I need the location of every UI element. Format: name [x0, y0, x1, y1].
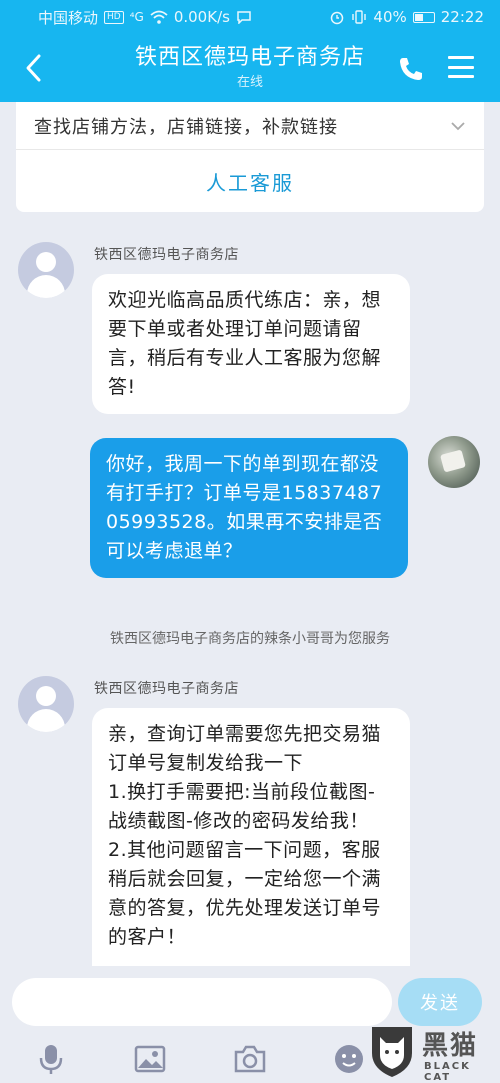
camera-icon[interactable]	[233, 1042, 267, 1076]
shop-menu-card: 查找店铺方法，店铺链接，补款链接 人工客服	[16, 102, 484, 212]
watermark-logo: 黑猫 BLACK CAT	[366, 1023, 496, 1083]
watermark-text: 黑猫	[422, 1031, 479, 1061]
chat-notification-icon	[237, 11, 251, 24]
input-bar: 发送 黑猫 BLACK CAT	[0, 968, 500, 1083]
message-sender: 铁西区德玛电子商务店	[94, 681, 239, 697]
chevron-left-icon	[26, 54, 41, 82]
microphone-icon[interactable]	[34, 1042, 68, 1076]
battery-icon	[412, 11, 435, 23]
image-icon[interactable]	[133, 1042, 167, 1076]
page-title: 铁西区德玛电子商务店	[134, 45, 365, 70]
menu-button[interactable]	[448, 54, 474, 80]
service-assigned-note: 铁西区德玛电子商务店的辣条小哥哥为您服务	[110, 631, 390, 647]
battery-percent: 40%	[373, 8, 407, 26]
status-bar: 中国移动 HD ⁴G 0.00K/s 40% 22:22	[0, 0, 500, 34]
message-bubble-incoming[interactable]: 亲，查询订单需要您先把交易猫订单号复制发给我一下 1.换打手需要把:当前段位截图…	[92, 708, 410, 966]
hd-badge: HD	[104, 10, 124, 24]
signal-icon: ⁴G	[129, 10, 144, 24]
message-bubble-outgoing[interactable]: 你好，我周一下的单到现在都没有打手打？订单号是1583748705993528。…	[90, 438, 408, 578]
user-avatar[interactable]	[428, 436, 480, 488]
send-button[interactable]: 发送	[398, 978, 482, 1026]
shop-avatar[interactable]	[18, 676, 74, 732]
message-sender: 铁西区德玛电子商务店	[94, 247, 239, 263]
message-input[interactable]	[12, 978, 392, 1026]
carrier-label: 中国移动	[38, 8, 99, 27]
back-button[interactable]	[18, 48, 48, 88]
network-speed: 0.00K/s	[173, 8, 230, 26]
chevron-down-icon	[451, 121, 465, 130]
chat-header: 铁西区德玛电子商务店 在线	[0, 34, 500, 102]
black-cat-logo-icon	[372, 1027, 412, 1077]
watermark-subtext: BLACK CAT	[424, 1061, 471, 1083]
phone-icon	[400, 58, 422, 80]
wifi-icon	[150, 10, 168, 24]
clock: 22:22	[440, 8, 484, 26]
call-button[interactable]	[396, 54, 426, 84]
online-status: 在线	[236, 75, 263, 90]
vibrate-icon	[352, 10, 367, 24]
alarm-icon	[331, 11, 344, 25]
shop-avatar[interactable]	[18, 242, 74, 298]
menu-icon	[448, 56, 474, 59]
emoji-icon[interactable]	[332, 1042, 366, 1076]
message-bubble-incoming[interactable]: 欢迎光临高品质代练店：亲，想要下单或者处理订单问题请留言，稍后有专业人工客服为您…	[92, 274, 410, 414]
shop-menu-text: 查找店铺方法，店铺链接，补款链接	[34, 116, 338, 138]
shop-menu-dropdown[interactable]: 查找店铺方法，店铺链接，补款链接	[16, 102, 484, 150]
human-service-button[interactable]: 人工客服	[16, 150, 484, 212]
